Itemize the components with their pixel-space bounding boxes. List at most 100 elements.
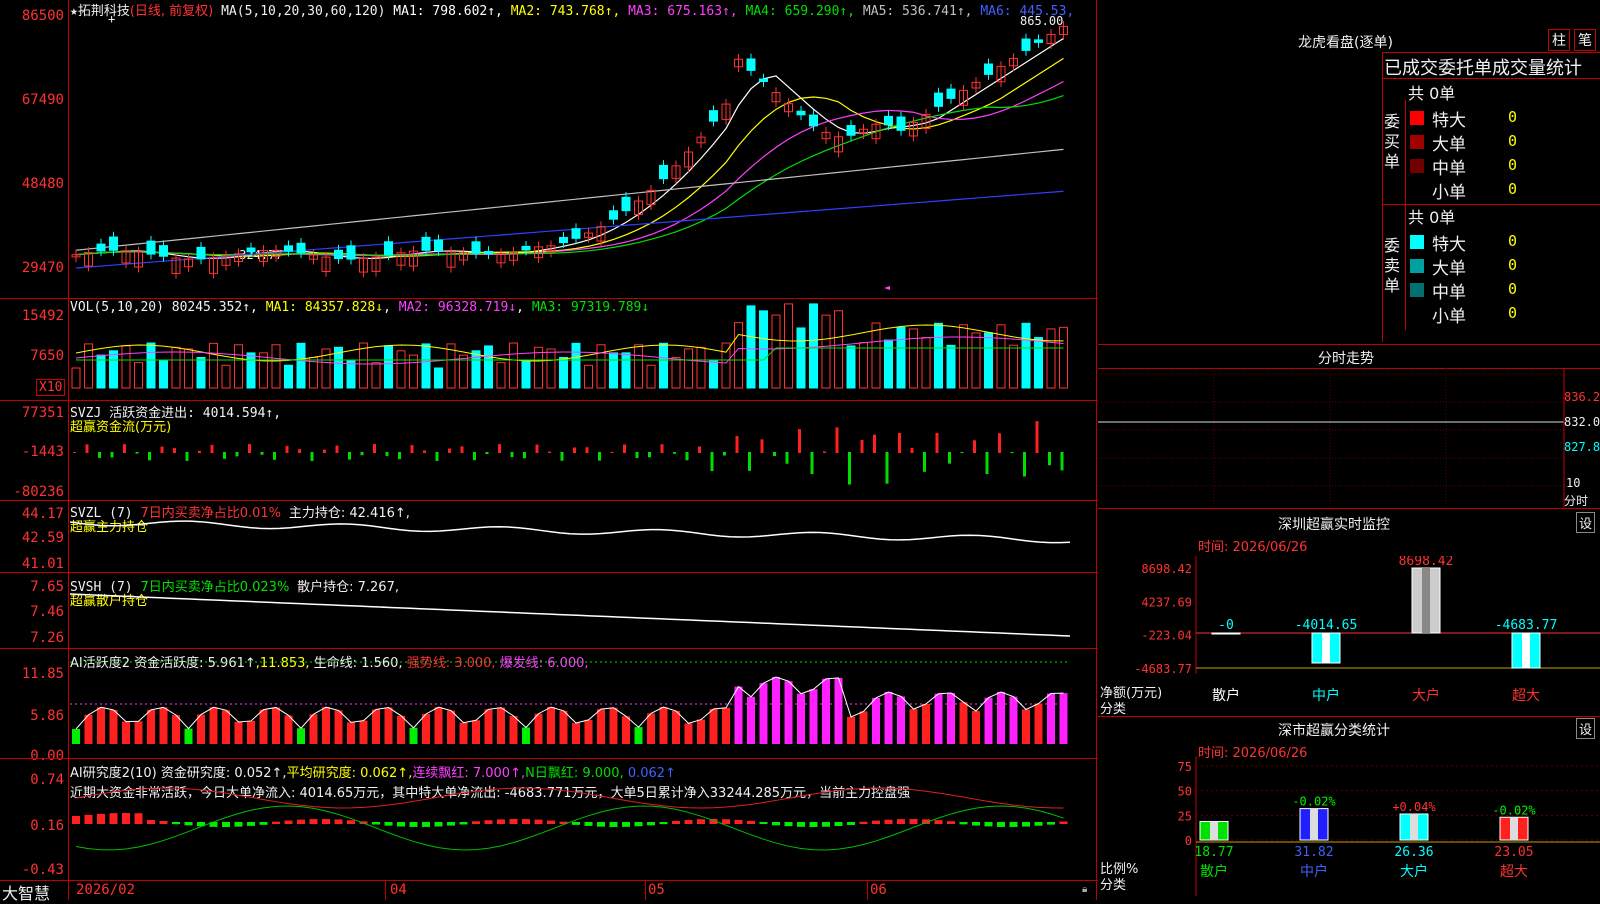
line-mode-button[interactable]: 笔 xyxy=(1574,29,1596,51)
research-bar xyxy=(334,819,343,824)
flow-bar xyxy=(323,449,326,453)
activity-bar xyxy=(634,727,643,744)
activity-bar xyxy=(522,727,530,744)
volume-bar xyxy=(359,342,368,389)
svzj-tick: -80236 xyxy=(13,484,64,500)
sz-settings-button[interactable]: 设 xyxy=(1576,512,1596,533)
activity-bar xyxy=(397,715,405,744)
divider xyxy=(0,500,1098,501)
sz-net-chart[interactable]: 8698.42 4237.69 -223.04 -4683.77 -0 散户 -4014.6… xyxy=(1098,556,1600,716)
ma-line xyxy=(75,148,1064,251)
legend-swatch xyxy=(1410,283,1424,297)
sc-ratio-chart[interactable]: 75 50 25 018.77 散户 -0.02% 31.82 中户 +0.04% 26.36 大户… xyxy=(1098,756,1600,900)
volume-bar xyxy=(196,356,206,389)
activity-bar xyxy=(1047,693,1055,744)
volume-bar xyxy=(559,356,568,389)
sc-value: 26.36 xyxy=(1394,845,1433,860)
volume-bar xyxy=(296,342,306,389)
lock-icon[interactable]: 🔒︎ xyxy=(1082,884,1087,895)
activity-bar xyxy=(984,697,993,744)
main-holding-chart[interactable] xyxy=(70,500,1098,572)
volume-chart[interactable] xyxy=(70,298,1098,398)
research-bar xyxy=(847,822,855,825)
volume-bar xyxy=(909,328,918,389)
fund-flow-chart[interactable] xyxy=(70,400,1098,500)
sz-tick: 4237.69 xyxy=(1141,595,1192,609)
volume-bar xyxy=(671,357,681,389)
sc-tick: 75 xyxy=(1178,760,1192,774)
research-bar xyxy=(834,822,843,827)
research-bar xyxy=(1022,822,1030,827)
vol-unit-badge[interactable]: X10 xyxy=(36,379,66,396)
svzl-tick: 42.59 xyxy=(21,530,64,546)
sz-tick: 8698.42 xyxy=(1141,562,1192,576)
research-bar xyxy=(1009,822,1018,827)
order-size-label: 特大 xyxy=(1432,111,1466,131)
flow-bar xyxy=(523,452,526,459)
order-size-label: 中单 xyxy=(1432,283,1466,303)
research-bar xyxy=(284,820,293,824)
volume-bar xyxy=(884,339,893,389)
intraday-chart[interactable] xyxy=(1098,368,1600,508)
flow-bar xyxy=(473,452,476,461)
order-count: 0 xyxy=(1508,180,1518,198)
activity-bar xyxy=(697,719,705,744)
sc-bar-shade xyxy=(1410,813,1418,840)
research-bar xyxy=(347,820,355,824)
activity-bar xyxy=(609,707,618,744)
research-bar xyxy=(634,822,643,827)
sc-value: 31.82 xyxy=(1294,845,1333,860)
activity-bar xyxy=(247,720,255,744)
volume-bar xyxy=(1009,344,1018,389)
chart-area[interactable]: ★拓荆科技(日线, 前复权) MA(5,10,20,30,60,120) MA1… xyxy=(0,0,1098,903)
divider xyxy=(385,880,386,900)
research-bar xyxy=(172,822,180,825)
stats-tab[interactable]: 已成交委托单成交量统计 xyxy=(1384,54,1582,80)
research-bar xyxy=(547,820,555,824)
candle xyxy=(159,245,168,257)
candle xyxy=(284,245,293,252)
flow-bar xyxy=(485,452,489,455)
research-bar xyxy=(959,822,968,825)
sc-settings-button[interactable]: 设 xyxy=(1576,718,1596,739)
bar-mode-button[interactable]: 柱 xyxy=(1548,29,1570,51)
app-logo[interactable]: 大智慧 xyxy=(2,880,50,904)
research-chart[interactable] xyxy=(70,758,1098,880)
volume-bar xyxy=(721,342,731,389)
flow-bar xyxy=(948,452,951,464)
activity-bar xyxy=(72,729,80,744)
research-bar xyxy=(397,822,405,827)
candle xyxy=(884,115,893,126)
legend-swatch xyxy=(1410,183,1424,197)
flow-bar xyxy=(1048,452,1051,466)
activity-bar xyxy=(459,722,468,744)
retail-holding-chart[interactable] xyxy=(70,572,1098,648)
flow-bar xyxy=(98,452,101,458)
order-size-label: 小单 xyxy=(1432,183,1466,203)
candlestick-chart[interactable] xyxy=(70,0,1098,298)
flow-bar xyxy=(273,452,276,460)
candle xyxy=(609,210,618,220)
flow-bar xyxy=(735,436,739,453)
order-count: 0 xyxy=(1508,232,1518,250)
candle xyxy=(934,92,943,107)
flow-bar xyxy=(460,446,464,453)
flow-bar xyxy=(823,451,826,453)
volume-bar xyxy=(946,344,956,389)
activity-bar xyxy=(784,681,793,744)
flow-bar xyxy=(1060,452,1064,471)
flow-bar xyxy=(960,452,964,454)
volume-bar xyxy=(371,362,381,389)
activity-chart[interactable] xyxy=(70,648,1098,758)
flow-bar xyxy=(848,452,851,485)
research-bar xyxy=(509,819,518,824)
legend-swatch xyxy=(1410,111,1424,125)
activity-bar xyxy=(122,721,130,744)
activity-bar xyxy=(909,709,918,744)
research-bar xyxy=(72,816,80,824)
volume-bar xyxy=(784,303,793,389)
volume-bar xyxy=(1059,326,1068,389)
flow-bar xyxy=(1023,452,1026,477)
flow-bar xyxy=(810,452,814,475)
sc-change-label: -0.02% xyxy=(1492,803,1536,817)
